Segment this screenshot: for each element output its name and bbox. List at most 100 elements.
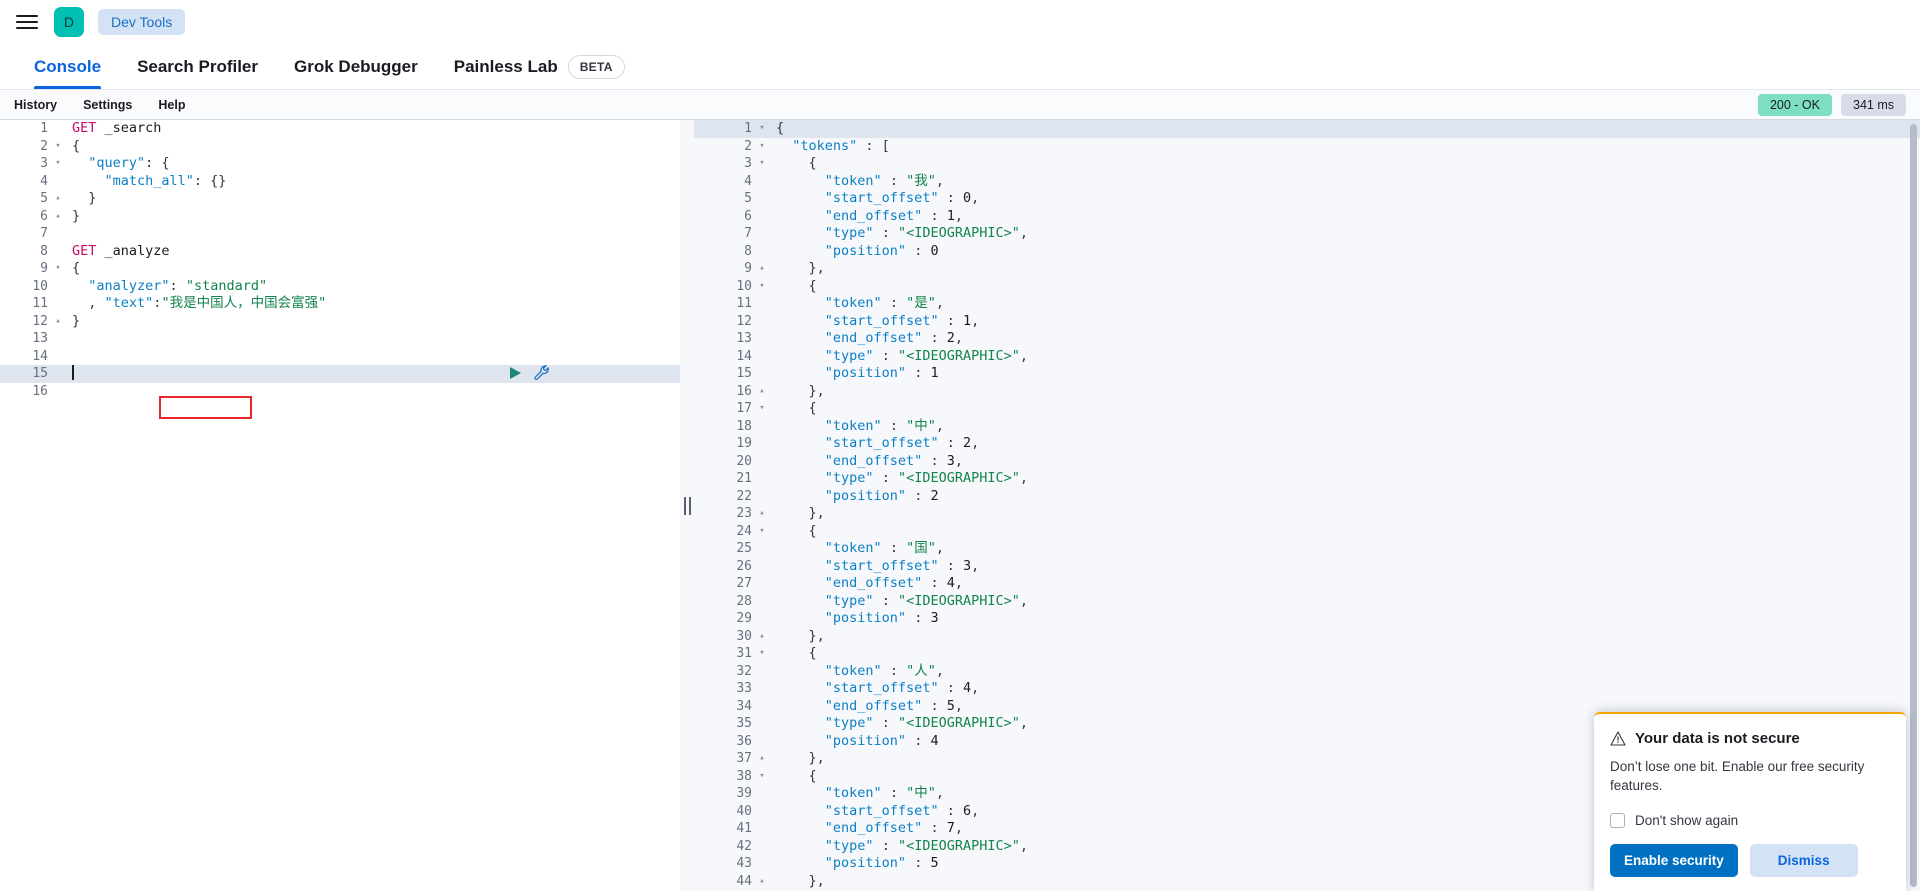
code-line[interactable]: 25 "token" : "国",	[694, 540, 1920, 558]
code-line[interactable]: 11 "token" : "是",	[694, 295, 1920, 313]
code-line[interactable]: 16	[0, 383, 680, 401]
code-line[interactable]: 15 "position" : 1	[694, 365, 1920, 383]
code-line[interactable]: 2 ▾ "tokens" : [	[694, 138, 1920, 156]
tab-painless-lab[interactable]: Painless Lab BETA	[436, 44, 643, 89]
hamburger-menu-icon[interactable]	[14, 9, 40, 35]
fold-toggle-icon[interactable]: ▴	[756, 383, 768, 401]
fold-toggle-icon[interactable]: ▴	[756, 628, 768, 646]
code-line[interactable]: 5 "start_offset" : 0,	[694, 190, 1920, 208]
code-line[interactable]: 10 "analyzer": "standard"	[0, 278, 680, 296]
response-scrollbar[interactable]	[1910, 124, 1917, 887]
request-editor[interactable]: 1 GET _search 2 ▾{3 ▾ "query": {4 "match_all…	[0, 120, 680, 891]
fold-toggle-icon[interactable]: ▴	[756, 505, 768, 523]
settings-button[interactable]: Settings	[83, 98, 132, 112]
code-text: {	[776, 767, 817, 784]
code-line[interactable]: 13	[0, 330, 680, 348]
code-line[interactable]: 9 ▴ },	[694, 260, 1920, 278]
code-text: {	[776, 522, 817, 539]
fold-toggle-icon[interactable]: ▾	[52, 138, 64, 156]
history-button[interactable]: History	[14, 98, 57, 112]
code-line[interactable]: 20 "end_offset" : 3,	[694, 453, 1920, 471]
code-line[interactable]: 8 "position" : 0	[694, 243, 1920, 261]
fold-toggle-icon[interactable]: ▾	[756, 278, 768, 296]
dont-show-again-label[interactable]: Don't show again	[1635, 813, 1738, 828]
code-line[interactable]: 23 ▴ },	[694, 505, 1920, 523]
code-line[interactable]: 18 "token" : "中",	[694, 418, 1920, 436]
code-line[interactable]: 12 ▴}	[0, 313, 680, 331]
code-line[interactable]: 14 "type" : "<IDEOGRAPHIC>",	[694, 348, 1920, 366]
code-line[interactable]: 22 "position" : 2	[694, 488, 1920, 506]
dont-show-again-row[interactable]: Don't show again	[1610, 813, 1890, 828]
code-line[interactable]: 5 ▴ }	[0, 190, 680, 208]
toast-title: Your data is not secure	[1635, 730, 1800, 747]
code-line[interactable]: 12 "start_offset" : 1,	[694, 313, 1920, 331]
code-line[interactable]: 1 GET _search	[0, 120, 680, 138]
code-line[interactable]: 28 "type" : "<IDEOGRAPHIC>",	[694, 593, 1920, 611]
code-line[interactable]: 9 ▾ {	[0, 260, 680, 278]
line-number: 37	[736, 751, 752, 766]
code-line[interactable]: 7	[0, 225, 680, 243]
code-line[interactable]: 31 ▾ {	[694, 645, 1920, 663]
code-line[interactable]: 2 ▾ {	[0, 138, 680, 156]
code-line[interactable]: 29 "position" : 3	[694, 610, 1920, 628]
fold-toggle-icon[interactable]: ▴	[52, 190, 64, 208]
code-line[interactable]: 7 "type" : "<IDEOGRAPHIC>",	[694, 225, 1920, 243]
code-line[interactable]: 16 ▴ },	[694, 383, 1920, 401]
code-line[interactable]: 3 ▾ {	[694, 155, 1920, 173]
code-line[interactable]: 1 ▾ {	[694, 120, 1920, 138]
fold-toggle-icon[interactable]: ▾	[52, 260, 64, 278]
code-line[interactable]: 19 "start_offset" : 2,	[694, 435, 1920, 453]
request-editor-pane[interactable]: 1 GET _search 2 ▾{3 ▾ "query": {4 "match_all…	[0, 120, 680, 891]
code-line[interactable]: 17 ▾ {	[694, 400, 1920, 418]
code-line[interactable]: 15	[0, 365, 680, 383]
wrench-icon[interactable]	[534, 365, 550, 381]
help-button[interactable]: Help	[158, 98, 185, 112]
fold-toggle-icon[interactable]: ▾	[756, 523, 768, 541]
code-line[interactable]: 4 "token" : "我",	[694, 173, 1920, 191]
code-line[interactable]: 6 ▴}	[0, 208, 680, 226]
dismiss-button[interactable]: Dismiss	[1749, 844, 1858, 877]
code-line[interactable]: 10 ▾ {	[694, 278, 1920, 296]
line-number: 15	[736, 366, 752, 381]
code-text: {	[72, 260, 81, 276]
fold-toggle-icon[interactable]: ▾	[756, 400, 768, 418]
fold-toggle-icon[interactable]: ▾	[756, 138, 768, 156]
tab-console[interactable]: Console	[16, 44, 119, 89]
code-line[interactable]: 6 "end_offset" : 1,	[694, 208, 1920, 226]
fold-toggle-icon[interactable]: ▾	[756, 645, 768, 663]
fold-toggle-icon[interactable]: ▾	[756, 768, 768, 786]
code-line[interactable]: 30 ▴ },	[694, 628, 1920, 646]
fold-toggle-icon[interactable]: ▴	[756, 750, 768, 768]
code-line[interactable]: 14	[0, 348, 680, 366]
avatar[interactable]: D	[54, 6, 84, 37]
code-line[interactable]: 11 , "text":"我是中国人，中国会富强"	[0, 295, 680, 313]
code-line[interactable]: 32 "token" : "人",	[694, 663, 1920, 681]
tab-grok-debugger[interactable]: Grok Debugger	[276, 44, 436, 89]
code-line[interactable]: 4 "match_all": {}	[0, 173, 680, 191]
code-line[interactable]: 8 GET _analyze	[0, 243, 680, 261]
code-line[interactable]: 24 ▾ {	[694, 523, 1920, 541]
line-number: 11	[736, 296, 752, 311]
fold-toggle-icon[interactable]: ▾	[756, 155, 768, 173]
fold-toggle-icon[interactable]: ▾	[52, 155, 64, 173]
play-icon[interactable]	[509, 366, 522, 380]
fold-toggle-icon[interactable]: ▴	[756, 873, 768, 891]
code-text: GET _search	[72, 120, 162, 136]
code-line[interactable]: 33 "start_offset" : 4,	[694, 680, 1920, 698]
dont-show-again-checkbox[interactable]	[1610, 813, 1625, 828]
pane-resize-handle[interactable]	[680, 120, 694, 891]
code-line[interactable]: 26 "start_offset" : 3,	[694, 558, 1920, 576]
fold-toggle-icon[interactable]: ▾	[756, 120, 768, 138]
breadcrumb[interactable]: Dev Tools	[98, 8, 186, 35]
code-line[interactable]: 21 "type" : "<IDEOGRAPHIC>",	[694, 470, 1920, 488]
fold-toggle-icon[interactable]: ▴	[52, 208, 64, 226]
line-number: 13	[736, 331, 752, 346]
code-text: , "text":"我是中国人，中国会富强"	[72, 295, 327, 311]
tab-search-profiler[interactable]: Search Profiler	[119, 44, 276, 89]
enable-security-button[interactable]: Enable security	[1610, 844, 1738, 877]
fold-toggle-icon[interactable]: ▴	[52, 313, 64, 331]
code-line[interactable]: 3 ▾ "query": {	[0, 155, 680, 173]
fold-toggle-icon[interactable]: ▴	[756, 260, 768, 278]
code-line[interactable]: 13 "end_offset" : 2,	[694, 330, 1920, 348]
code-line[interactable]: 27 "end_offset" : 4,	[694, 575, 1920, 593]
